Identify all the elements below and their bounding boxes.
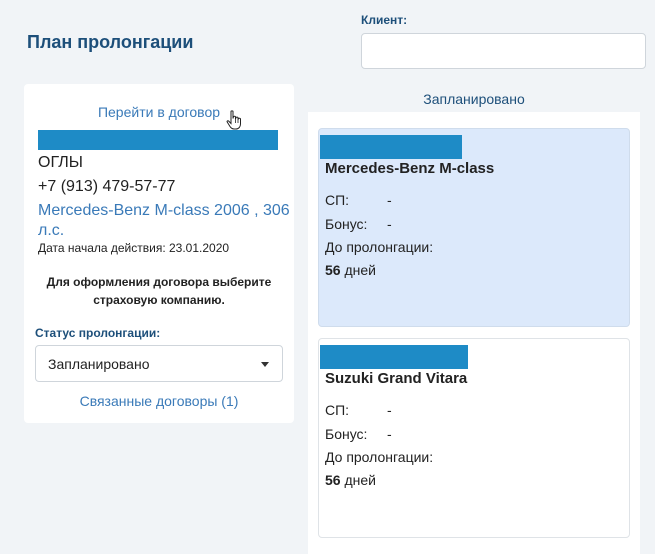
card-sp-label: СП: <box>325 402 350 418</box>
card-days-remaining: 56 дней <box>325 472 376 488</box>
card-bonus-value: - <box>387 216 392 232</box>
prolongation-card[interactable]: Mercedes-Benz M-class СП: - Бонус: - До … <box>318 128 630 327</box>
redacted-client-name <box>320 345 468 369</box>
card-sp-row: СП: - <box>325 192 392 208</box>
card-bonus-row: Бонус: - <box>325 426 392 442</box>
status-label: Статус пролонгации: <box>35 326 161 340</box>
prolongation-card[interactable]: Suzuki Grand Vitara СП: - Бонус: - До пр… <box>318 338 630 538</box>
card-until-label: До пролонгации: <box>325 449 434 465</box>
column-heading-planned: Запланировано <box>423 91 525 107</box>
card-sp-value: - <box>387 192 392 208</box>
card-bonus-label: Бонус: <box>325 216 368 232</box>
client-input[interactable] <box>361 33 646 69</box>
status-select-value: Запланировано <box>48 356 150 372</box>
page-title: План пролонгации <box>27 32 194 52</box>
related-contracts-link[interactable]: Связанные договоры (1) <box>24 393 294 409</box>
card-until-label: До пролонгации: <box>325 239 434 255</box>
card-bonus-label: Бонус: <box>325 426 368 442</box>
redacted-client-name <box>320 135 462 159</box>
goto-contract-link[interactable]: Перейти в договор <box>24 104 294 120</box>
card-sp-label: СП: <box>325 192 350 208</box>
client-label: Клиент: <box>361 13 408 27</box>
card-title: Mercedes-Benz M-class <box>325 160 495 177</box>
client-name: ОГЛЫ <box>38 154 83 171</box>
card-days-remaining: 56 дней <box>325 262 376 278</box>
card-days-unit: дней <box>344 472 376 488</box>
card-days-number: 56 <box>325 472 341 488</box>
insurer-hint: Для оформления договора выберите страхов… <box>46 275 272 307</box>
status-select[interactable]: Запланировано <box>35 345 283 382</box>
redacted-client-name <box>38 130 278 150</box>
card-days-number: 56 <box>325 262 341 278</box>
contract-panel: Перейти в договор ОГЛЫ +7 (913) 479-57-7… <box>24 84 294 423</box>
card-sp-row: СП: - <box>325 402 392 418</box>
card-bonus-value: - <box>387 426 392 442</box>
hand-pointer-icon <box>226 110 241 130</box>
card-title: Suzuki Grand Vitara <box>325 370 468 387</box>
card-bonus-row: Бонус: - <box>325 216 392 232</box>
caret-down-icon <box>261 362 269 367</box>
client-phone: +7 (913) 479-57-77 <box>38 178 176 195</box>
card-days-unit: дней <box>344 262 376 278</box>
card-sp-value: - <box>387 402 392 418</box>
start-date: Дата начала действия: 23.01.2020 <box>38 241 230 255</box>
vehicle-link[interactable]: Mercedes-Benz M-class 2006 , 306 л.с. <box>38 201 290 241</box>
